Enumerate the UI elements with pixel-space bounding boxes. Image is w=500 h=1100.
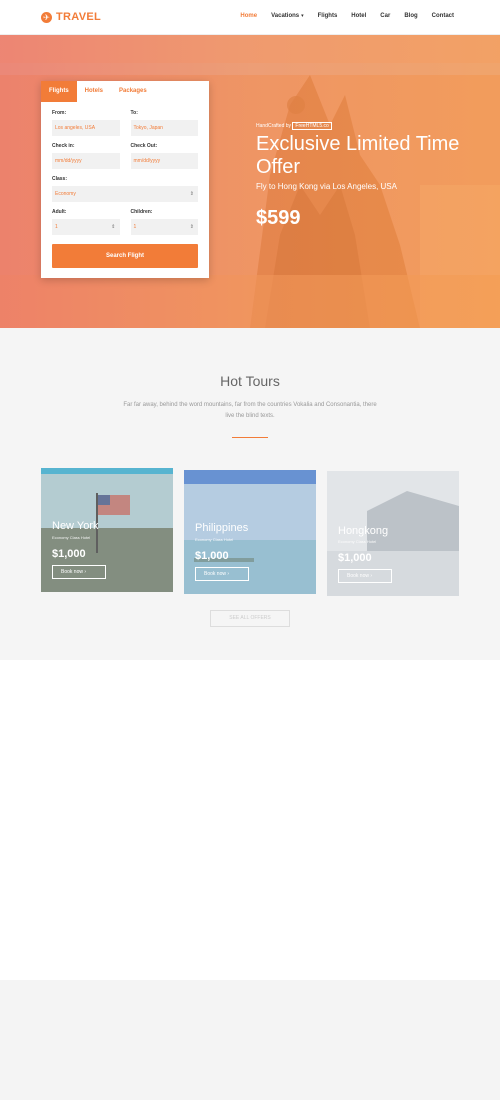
nav-blog[interactable]: Blog: [404, 13, 417, 19]
book-now-button[interactable]: Book now ›: [338, 569, 392, 583]
to-input[interactable]: Tokyo, Japan: [130, 120, 198, 136]
tour-card-new-york[interactable]: New York Economy Class Hotel $1,000 Book…: [41, 468, 173, 592]
select-arrows-icon: ⇕: [189, 191, 194, 197]
nav-home[interactable]: Home: [240, 13, 257, 19]
book-now-label: Book now: [61, 569, 83, 575]
adult-label: Adult:: [52, 209, 67, 215]
nav-contact[interactable]: Contact: [432, 13, 454, 19]
children-select[interactable]: 1 ⇕: [130, 219, 198, 235]
hero-section: Flights Hotels Packages From: Los angele…: [0, 35, 500, 328]
nav-flights[interactable]: Flights: [318, 13, 338, 19]
arrow-right-icon: ›: [370, 573, 373, 579]
search-tabs: Flights Hotels Packages: [41, 81, 209, 102]
title-divider: [232, 437, 268, 438]
book-now-button[interactable]: Book now ›: [52, 565, 106, 579]
tour-meta: Economy Class Hotel: [52, 535, 91, 540]
section-description: Far far away, behind the word mountains,…: [123, 402, 377, 419]
class-select[interactable]: Economy ⇕: [52, 186, 198, 202]
tour-card-philippines[interactable]: Philippines Economy Class Hotel $1,000 B…: [184, 470, 316, 594]
select-arrows-icon: ⇕: [189, 224, 194, 230]
chevron-down-icon: ▾: [301, 13, 304, 19]
tour-price: $1,000: [195, 550, 229, 562]
tour-price: $1,000: [52, 548, 86, 560]
flight-search-form: Flights Hotels Packages From: Los angele…: [41, 81, 209, 278]
class-value: Economy: [55, 191, 76, 197]
see-all-offers-button[interactable]: SEE ALL OFFERS: [210, 610, 290, 627]
adult-select[interactable]: 1 ⇕: [52, 219, 120, 235]
search-fields: From: Los angeles, USA To: Tokyo, Japan …: [41, 102, 209, 268]
from-label: From:: [52, 110, 67, 116]
from-input[interactable]: Los angeles, USA: [52, 120, 120, 136]
hot-tours-section: Hot Tours Far far away, behind the word …: [0, 328, 500, 660]
to-label: To:: [130, 110, 138, 116]
nav-car[interactable]: Car: [380, 13, 390, 19]
select-arrows-icon: ⇕: [111, 224, 116, 230]
footer: [0, 980, 500, 1100]
nav-vacations[interactable]: Vacations ▾: [271, 13, 304, 19]
tour-price: $1,000: [338, 552, 372, 564]
plane-icon: ✈: [41, 11, 52, 23]
checkin-label: Check in:: [52, 143, 75, 149]
tab-packages[interactable]: Packages: [111, 81, 155, 102]
children-label: Children:: [130, 209, 153, 215]
arrow-right-icon: ›: [227, 571, 230, 577]
blank-section: [0, 660, 500, 980]
crafted-by: HandCrafted by FreeHTML5.co: [256, 122, 496, 130]
logo[interactable]: ✈ TRAVEL: [41, 11, 101, 23]
adult-value: 1: [55, 224, 58, 230]
tour-name: Philippines: [195, 522, 249, 534]
site-header: ✈ TRAVEL Home Vacations ▾ Flights Hotel C…: [0, 0, 500, 35]
arrow-right-icon: ›: [84, 569, 87, 575]
checkin-input[interactable]: mm/dd/yyyy: [52, 153, 120, 169]
tour-meta: Economy Class Hotel: [195, 537, 234, 542]
class-label: Class:: [52, 176, 68, 182]
offer-title: Exclusive Limited Time Offer: [256, 133, 460, 178]
tour-meta: Economy Class Hotel: [338, 539, 377, 544]
tour-name: Hongkong: [338, 525, 389, 537]
tour-card-hongkong[interactable]: Hongkong Economy Class Hotel $1,000 Book…: [327, 471, 459, 596]
offer-price: $599: [256, 207, 301, 229]
checkout-label: Check Out:: [130, 143, 158, 149]
crafted-prefix: HandCrafted by: [256, 123, 292, 129]
nav-vacations-label: Vacations: [271, 13, 300, 19]
book-now-label: Book now: [204, 571, 226, 577]
tab-flights[interactable]: Flights: [41, 81, 77, 102]
nav-hotel[interactable]: Hotel: [351, 13, 366, 19]
checkout-input[interactable]: mm/dd/yyyy: [130, 153, 198, 169]
tour-name: New York: [52, 520, 99, 532]
logo-text: TRAVEL: [56, 11, 101, 23]
book-now-button[interactable]: Book now ›: [195, 567, 249, 581]
section-title: Hot Tours: [220, 373, 280, 389]
crafted-brand-link[interactable]: FreeHTML5.co: [292, 122, 332, 130]
offer-subtitle: Fly to Hong Kong via Los Angeles, USA: [256, 182, 397, 191]
hero-offer: HandCrafted by FreeHTML5.co Exclusive Li…: [256, 122, 496, 230]
tab-hotels[interactable]: Hotels: [77, 81, 111, 102]
book-now-label: Book now: [347, 573, 369, 579]
main-nav: Home Vacations ▾ Flights Hotel Car Blog C…: [240, 13, 454, 19]
children-value: 1: [133, 224, 137, 230]
search-flight-button[interactable]: Search Flight: [52, 244, 198, 268]
